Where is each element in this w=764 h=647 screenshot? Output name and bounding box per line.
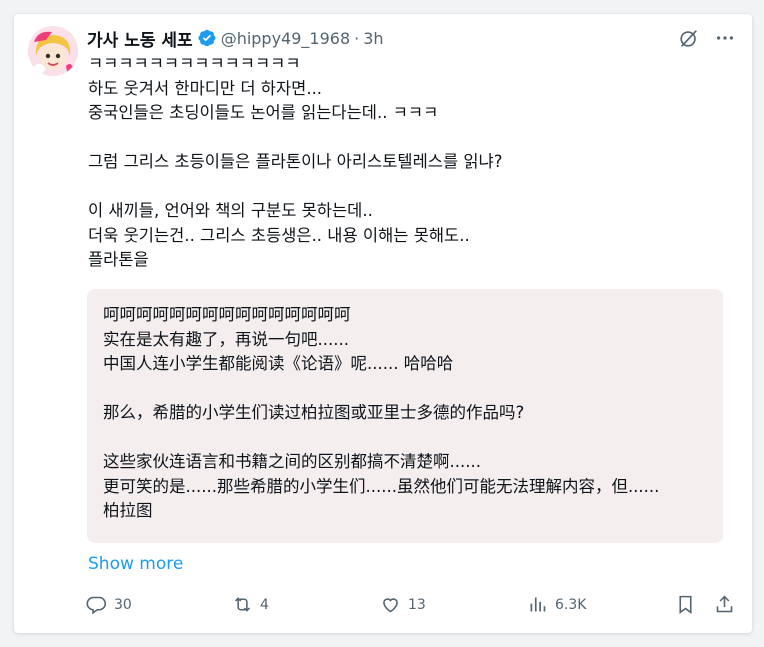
display-name[interactable]: 가사 노동 세포 bbox=[87, 26, 193, 51]
action-bar: 30 4 13 6.3K bbox=[86, 594, 738, 618]
reply-icon bbox=[86, 596, 107, 615]
separator-dot: · bbox=[354, 28, 360, 48]
bookmark-icon bbox=[679, 595, 692, 614]
share-button[interactable] bbox=[714, 594, 735, 615]
views-button[interactable]: 6.3K bbox=[527, 594, 586, 615]
reply-button[interactable]: 30 bbox=[86, 594, 132, 615]
translation-text: 呵呵呵呵呵呵呵呵呵呵呵呵呵呵呵 实在是太有趣了，再说一句吧...... 中国人连… bbox=[103, 305, 660, 520]
more-icon[interactable] bbox=[714, 27, 736, 49]
user-handle[interactable]: @hippy49_1968 bbox=[221, 29, 350, 48]
bookmark-button[interactable] bbox=[675, 594, 696, 615]
avatar[interactable] bbox=[28, 26, 78, 76]
views-icon bbox=[530, 597, 546, 612]
verified-badge-icon bbox=[197, 28, 217, 48]
translation-box: 呵呵呵呵呵呵呵呵呵呵呵呵呵呵呵 实在是太有趣了，再说一句吧...... 中国人连… bbox=[87, 289, 723, 543]
repost-count: 4 bbox=[260, 596, 269, 613]
post-header: 가사 노동 세포 @hippy49_1968 · 3h bbox=[87, 25, 384, 51]
post-card[interactable]: 가사 노동 세포 @hippy49_1968 · 3h ㅋㅋㅋㅋㅋㅋㅋㅋㅋㅋㅋㅋ… bbox=[14, 14, 752, 633]
view-count: 6.3K bbox=[555, 596, 587, 613]
like-count: 13 bbox=[408, 596, 426, 613]
reply-count: 30 bbox=[114, 596, 132, 613]
like-icon bbox=[383, 598, 398, 613]
repost-button[interactable]: 4 bbox=[232, 594, 269, 615]
grok-icon[interactable] bbox=[678, 27, 700, 49]
top-actions bbox=[678, 27, 736, 49]
like-button[interactable]: 13 bbox=[380, 594, 426, 615]
show-more-link[interactable]: Show more bbox=[88, 554, 183, 574]
post-text: ㅋㅋㅋㅋㅋㅋㅋㅋㅋㅋㅋㅋㅋㅋ 하도 웃겨서 한마디만 더 하자면... 중국인들… bbox=[88, 54, 503, 269]
repost-icon bbox=[234, 597, 251, 612]
post-time[interactable]: 3h bbox=[363, 29, 383, 48]
share-icon bbox=[716, 595, 733, 613]
